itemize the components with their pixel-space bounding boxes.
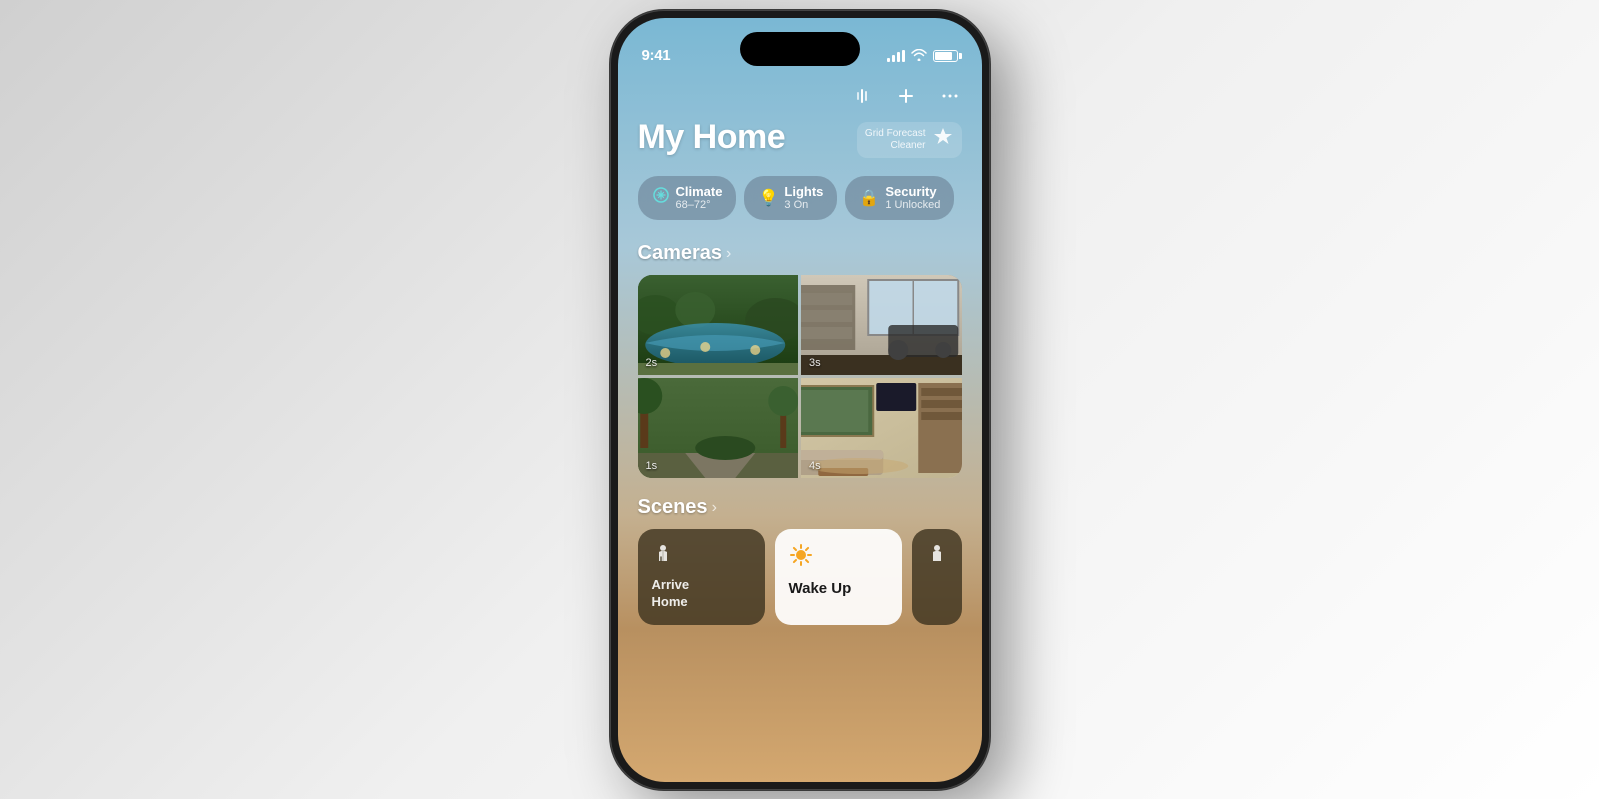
arrive-home-label: ArriveHome [652,577,690,611]
camera-grid: 2s [638,275,962,478]
app-scene: 9:41 [0,0,1599,799]
camera-gym-timestamp: 3s [809,357,821,369]
security-icon: 🔒 [859,188,879,208]
scenes-title: Scenes [638,496,708,519]
camera-living-timestamp: 4s [809,460,821,472]
home-title: My Home [638,118,786,157]
siri-button[interactable] [846,80,878,112]
chips-row: Climate 68–72° 💡 Lights 3 On 🔒 [638,176,962,221]
grid-forecast-widget[interactable]: Grid Forecast Cleaner [857,122,962,158]
chip-lights-sub: 3 On [784,199,823,212]
cameras-section-header: Cameras › [638,242,962,265]
main-content: My Home Grid Forecast Cleaner [618,118,982,782]
dynamic-island [740,32,860,66]
scenes-row: ArriveHome Wake Up [638,529,962,625]
chip-lights-content: Lights 3 On [784,184,823,213]
lights-icon: 💡 [758,188,778,208]
phone-shell: 9:41 [610,10,990,790]
chip-security-sub: 1 Unlocked [885,199,940,212]
grid-forecast-label2: Cleaner [865,140,926,152]
chip-lights-title: Lights [784,184,823,200]
chip-climate-content: Climate 68–72° [676,184,723,213]
chip-climate-title: Climate [676,184,723,200]
wake-up-label: Wake Up [789,579,852,599]
cameras-chevron-icon: › [726,245,731,263]
grid-forecast-icon [932,126,954,154]
camera-cell-living[interactable]: 4s [801,378,962,478]
camera-cell-garden[interactable]: 1s [638,378,799,478]
scene-card-arrive-home[interactable]: ArriveHome [638,529,765,625]
cameras-title: Cameras [638,242,723,265]
signal-icon [887,50,905,62]
leave-icon [926,543,948,571]
camera-cell-pool[interactable]: 2s [638,275,799,375]
toolbar [846,80,966,112]
wifi-icon [911,48,927,64]
camera-cell-gym[interactable]: 3s [801,275,962,375]
scenes-section: Scenes › [638,496,962,625]
screen: 9:41 [618,18,982,782]
scene-card-partial[interactable] [912,529,962,625]
chip-climate-sub: 68–72° [676,199,723,212]
add-button[interactable] [890,80,922,112]
arrive-home-icon [652,543,674,571]
chip-security[interactable]: 🔒 Security 1 Unlocked [845,176,954,221]
chip-climate[interactable]: Climate 68–72° [638,176,737,221]
scene-card-wake-up[interactable]: Wake Up [775,529,902,625]
grid-forecast-text: Grid Forecast Cleaner [865,128,926,152]
wake-up-icon [789,543,813,573]
more-button[interactable] [934,80,966,112]
chip-lights[interactable]: 💡 Lights 3 On [744,176,837,221]
battery-icon [933,50,958,62]
camera-garden-timestamp: 1s [646,460,658,472]
scenes-section-header: Scenes › [638,496,962,519]
climate-icon [652,186,670,209]
camera-pool-timestamp: 2s [646,357,658,369]
grid-forecast-label1: Grid Forecast [865,128,926,140]
status-time: 9:41 [642,47,671,64]
chip-security-content: Security 1 Unlocked [885,184,940,213]
header-row: My Home Grid Forecast Cleaner [638,118,962,158]
chip-security-title: Security [885,184,940,200]
status-icons [887,48,958,64]
scenes-chevron-icon: › [712,499,717,517]
